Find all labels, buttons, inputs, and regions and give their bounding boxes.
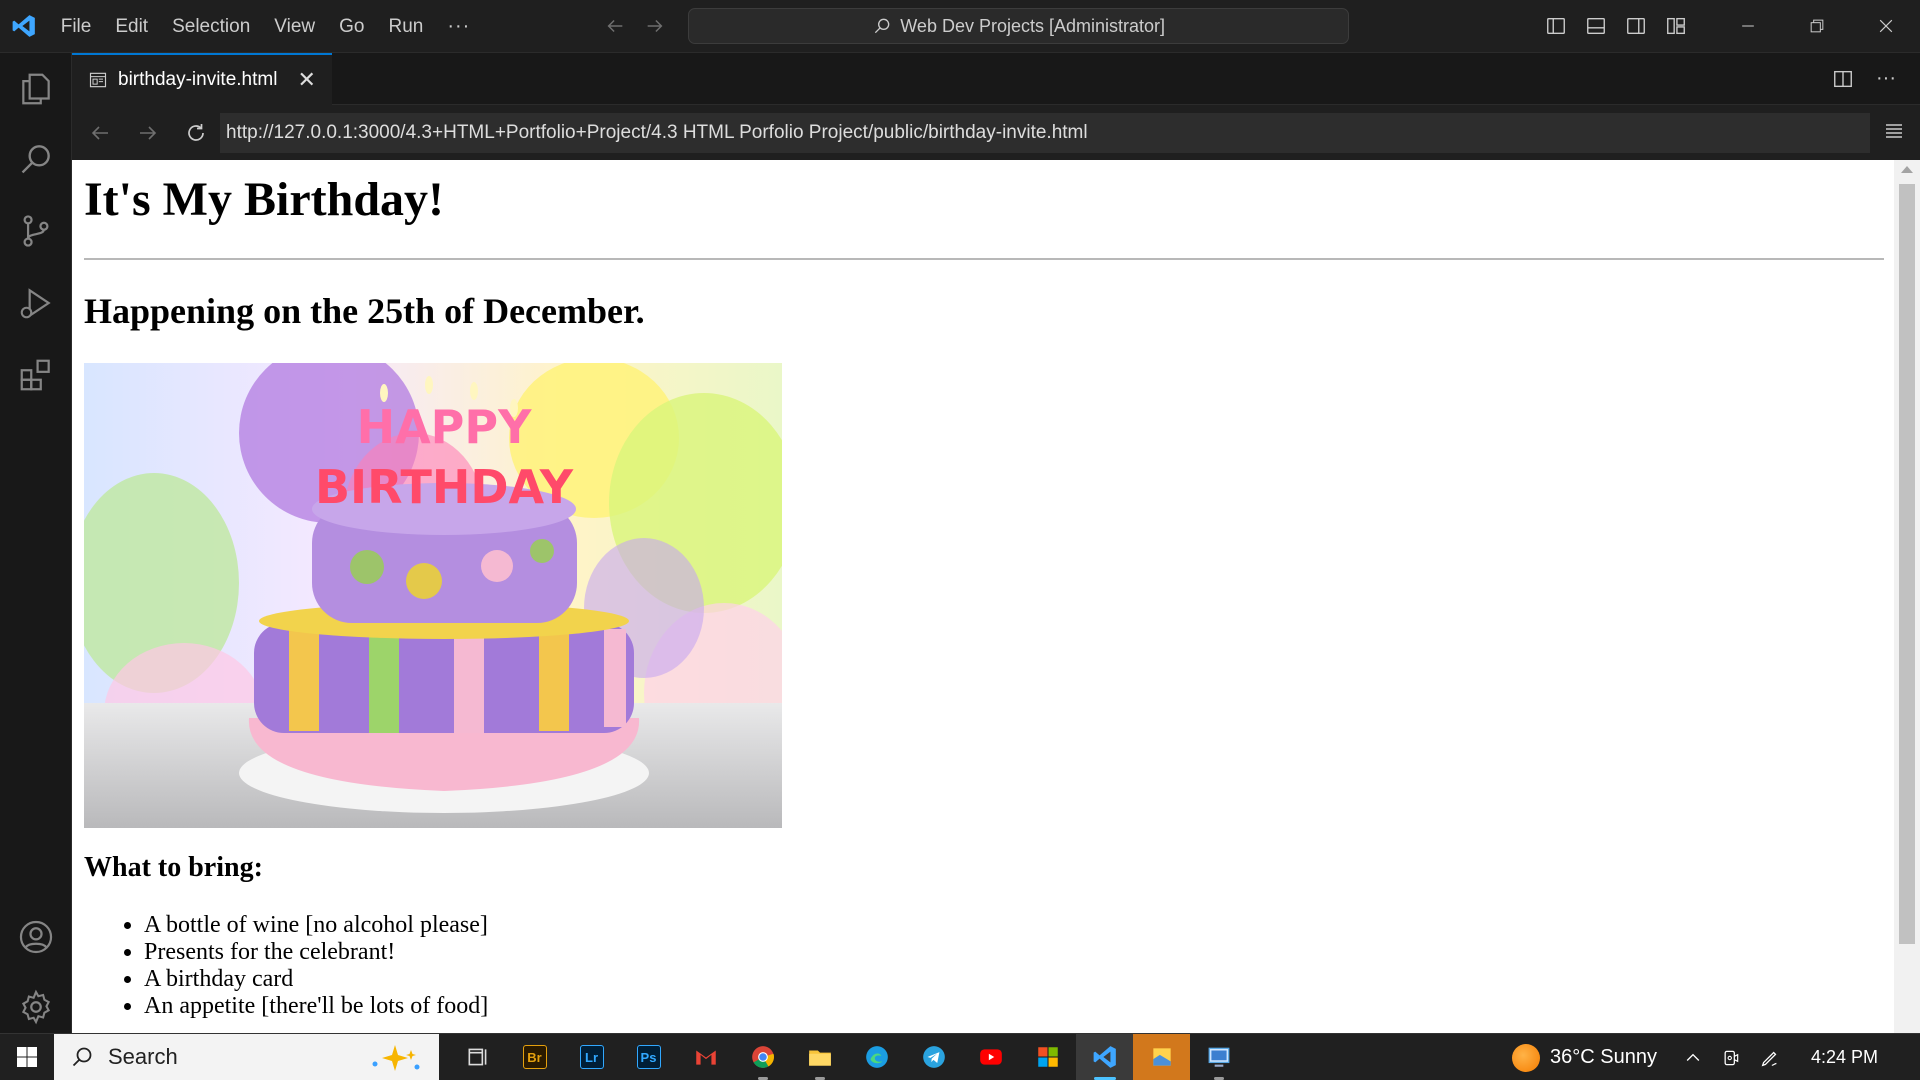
tab-birthday-invite[interactable]: birthday-invite.html ✕ <box>72 53 332 105</box>
explorer-icon[interactable] <box>14 67 58 111</box>
url-text: http://127.0.0.1:3000/4.3+HTML+Portfolio… <box>226 122 1088 143</box>
command-center-search[interactable]: Web Dev Projects [Administrator] <box>688 8 1349 44</box>
browser-back-icon[interactable] <box>80 113 120 153</box>
menu-file[interactable]: File <box>49 0 104 53</box>
scroll-up-arrow-icon[interactable] <box>1901 166 1913 173</box>
lightroom-app-icon[interactable]: Lr <box>563 1034 620 1080</box>
list-item: A bottle of wine [no alcohol please] <box>144 912 488 939</box>
search-icon <box>72 1047 92 1067</box>
tab-close-icon[interactable]: ✕ <box>297 67 315 93</box>
copilot-sparkle-icon <box>372 1044 420 1071</box>
taskbar-search-input[interactable]: Search <box>54 1033 439 1080</box>
menu-go[interactable]: Go <box>327 0 376 53</box>
chevron-up-icon[interactable] <box>1683 1048 1703 1068</box>
list-item: An appetite [there'll be lots of food] <box>144 993 488 1020</box>
cake-text-top: HAPPY <box>357 400 533 454</box>
sticky-app-icon[interactable] <box>1133 1033 1190 1080</box>
forward-arrow-icon[interactable] <box>644 15 666 37</box>
browser-forward-icon[interactable] <box>128 113 168 153</box>
sun-icon <box>1512 1043 1540 1072</box>
bring-list: A bottle of wine [no alcohol please] Pre… <box>144 912 488 1020</box>
edge-app-icon[interactable] <box>848 1034 905 1080</box>
system-tray: 36°C Sunny 4:24 PM <box>1512 1034 1920 1080</box>
toggle-panel-icon[interactable] <box>1585 15 1607 37</box>
horizontal-rule <box>84 258 1884 260</box>
taskbar-search-label: Search <box>108 1044 178 1069</box>
settings-gear-icon[interactable] <box>14 985 58 1029</box>
list-item: A birthday card <box>144 966 488 993</box>
command-center-label: Web Dev Projects [Administrator] <box>900 15 1166 36</box>
toggle-primary-sidebar-icon[interactable] <box>1545 15 1567 37</box>
menu-more-icon[interactable]: ··· <box>435 0 482 53</box>
bridge-app-icon[interactable]: Br <box>506 1034 563 1080</box>
windows-taskbar: Search Br Lr Ps 36°C Sunny 4:24 PM <box>0 1033 1920 1080</box>
vscode-taskbar-icon[interactable] <box>1076 1033 1133 1080</box>
file-explorer-icon[interactable] <box>791 1034 848 1080</box>
back-arrow-icon[interactable] <box>604 15 626 37</box>
list-item: Presents for the celebrant! <box>144 939 488 966</box>
accounts-icon[interactable] <box>14 915 58 959</box>
gmail-app-icon[interactable] <box>677 1034 734 1080</box>
run-debug-icon[interactable] <box>14 281 58 325</box>
menu-bar: File Edit Selection View Go Run ··· <box>49 0 483 53</box>
chrome-app-icon[interactable] <box>734 1034 791 1080</box>
task-view-icon[interactable] <box>449 1034 506 1080</box>
menu-view[interactable]: View <box>262 0 327 53</box>
editor-tab-bar: birthday-invite.html ✕ ··· <box>72 53 1920 105</box>
title-bar: File Edit Selection View Go Run ··· Web … <box>0 0 1920 53</box>
remote-desktop-icon[interactable] <box>1190 1034 1247 1080</box>
photoshop-app-icon[interactable]: Ps <box>620 1034 677 1080</box>
restore-icon[interactable] <box>1782 0 1851 53</box>
page-subheading: Happening on the 25th of December. <box>84 291 645 331</box>
telegram-app-icon[interactable] <box>905 1034 962 1080</box>
browser-menu-icon[interactable] <box>1882 119 1906 148</box>
pen-icon[interactable] <box>1759 1047 1781 1069</box>
scroll-thumb[interactable] <box>1899 184 1915 944</box>
search-icon[interactable] <box>14 137 58 181</box>
browser-preview-icon <box>89 72 107 88</box>
browser-reload-icon[interactable] <box>176 113 216 153</box>
minimize-icon[interactable] <box>1713 0 1782 53</box>
url-input[interactable]: http://127.0.0.1:3000/4.3+HTML+Portfolio… <box>220 113 1870 153</box>
menu-edit[interactable]: Edit <box>103 0 160 53</box>
activity-bar <box>0 53 72 1033</box>
extensions-icon[interactable] <box>14 353 58 397</box>
page-heading: It's My Birthday! <box>84 173 444 226</box>
weather-text: 36°C Sunny <box>1550 1046 1657 1068</box>
clock-time[interactable]: 4:24 PM <box>1811 1047 1878 1068</box>
microsoft-store-icon[interactable] <box>1019 1034 1076 1080</box>
bring-heading: What to bring: <box>84 852 263 883</box>
browser-viewport: It's My Birthday! Happening on the 25th … <box>72 160 1920 1033</box>
search-icon <box>875 18 890 34</box>
source-control-icon[interactable] <box>14 209 58 253</box>
close-icon[interactable] <box>1851 0 1920 53</box>
split-editor-icon[interactable] <box>1832 68 1854 90</box>
page-scrollbar[interactable] <box>1894 160 1920 1033</box>
menu-run[interactable]: Run <box>376 0 435 53</box>
toggle-secondary-sidebar-icon[interactable] <box>1625 15 1647 37</box>
meet-now-icon[interactable] <box>1721 1048 1741 1068</box>
vscode-logo-icon <box>0 0 49 53</box>
more-actions-icon[interactable]: ··· <box>1876 67 1896 90</box>
simple-browser-toolbar: http://127.0.0.1:3000/4.3+HTML+Portfolio… <box>72 105 1920 160</box>
tab-label: birthday-invite.html <box>118 69 278 90</box>
menu-selection[interactable]: Selection <box>160 0 262 53</box>
youtube-app-icon[interactable] <box>962 1034 1019 1080</box>
cake-text-bottom: BIRTHDAY <box>315 460 574 514</box>
weather-widget[interactable]: 36°C Sunny <box>1512 1043 1657 1072</box>
windows-start-icon[interactable] <box>0 1034 54 1080</box>
customize-layout-icon[interactable] <box>1665 15 1687 37</box>
birthday-cake-image: HAPPY BIRTHDAY <box>84 363 782 828</box>
